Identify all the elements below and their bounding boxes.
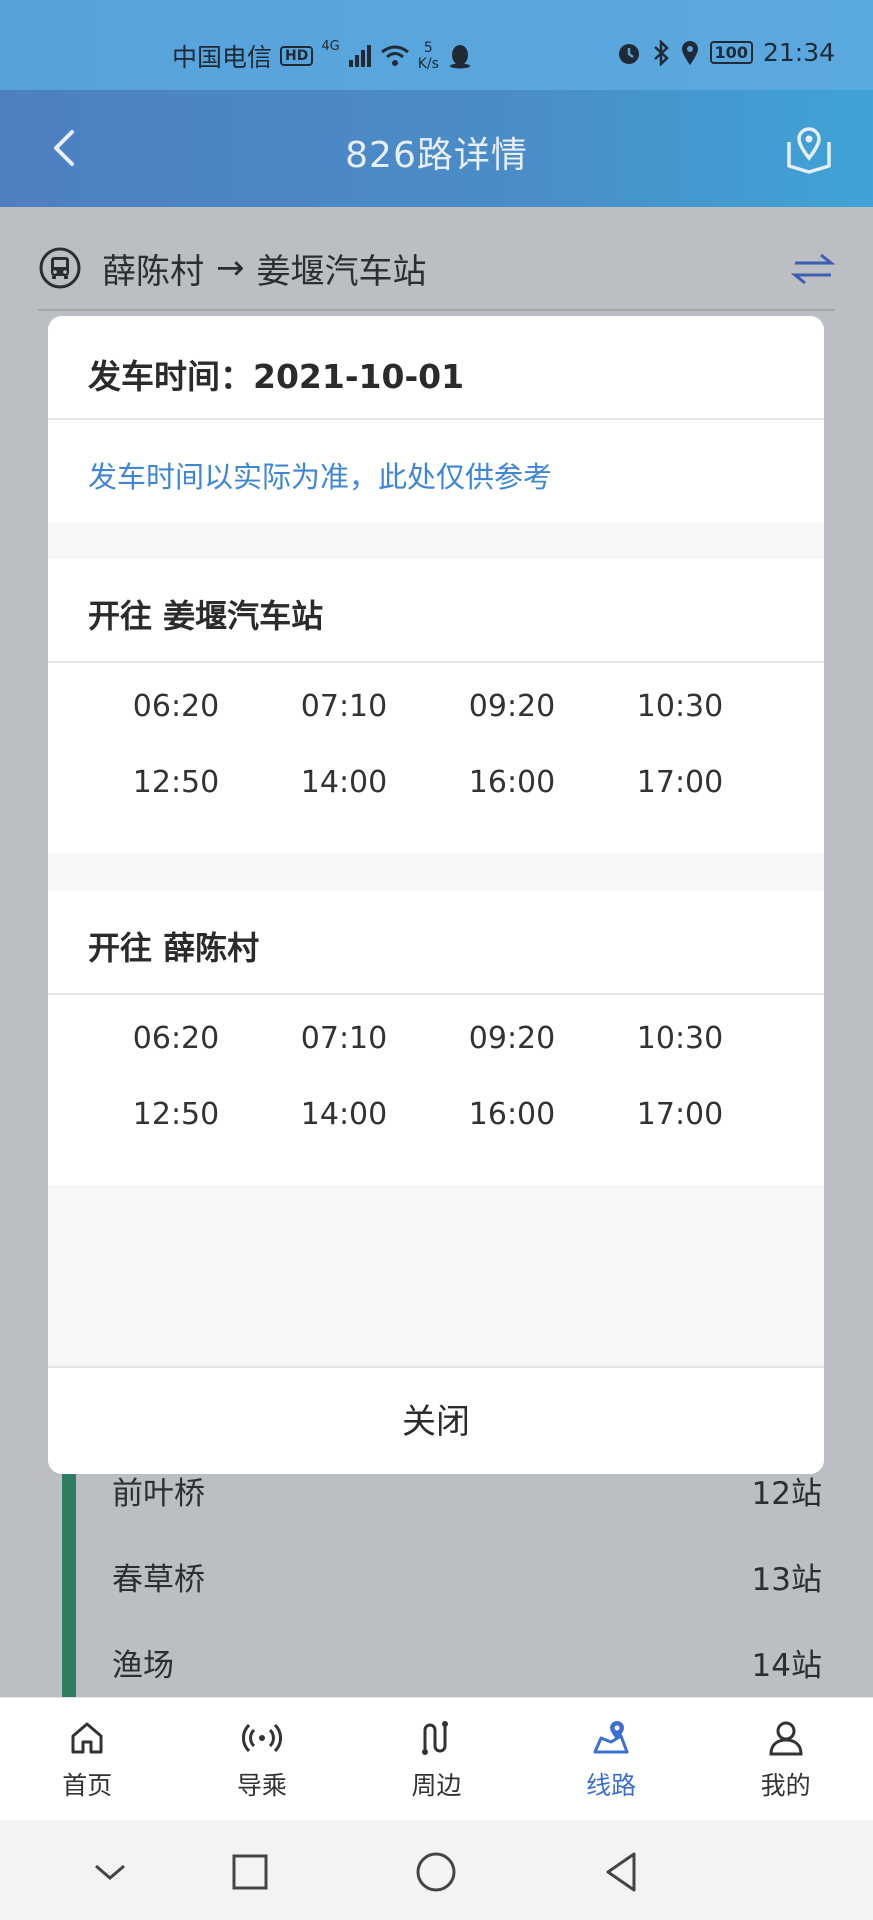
modal-title: 发车时间：2021-10-01 xyxy=(48,316,824,420)
status-bar: 中国电信 HD 4G 5 K/s 100 21:34 xyxy=(0,0,873,90)
departure-time: 07:10 xyxy=(300,1021,388,1056)
top-bar: 中国电信 HD 4G 5 K/s 100 21:34 826路详情 xyxy=(0,0,873,207)
close-button[interactable]: 关闭 xyxy=(48,1366,824,1474)
departure-time: 10:30 xyxy=(636,689,724,724)
signal-icon xyxy=(348,45,371,67)
page-title: 826路详情 xyxy=(345,135,528,176)
departure-time: 12:50 xyxy=(132,1097,220,1132)
route-icon xyxy=(422,1721,449,1755)
status-left: 中国电信 HD 4G 5 K/s xyxy=(172,38,473,74)
broadcast-icon xyxy=(241,1723,282,1753)
map-route-icon xyxy=(593,1721,629,1754)
departure-time: 14:00 xyxy=(300,765,388,800)
app-header: 826路详情 xyxy=(0,90,873,207)
carrier-label: 中国电信 xyxy=(172,43,273,72)
hide-nav-button[interactable] xyxy=(86,1848,134,1896)
chevron-down-icon xyxy=(95,1864,125,1880)
nav-item-lines[interactable]: 线路 xyxy=(524,1698,699,1820)
departure-time: 17:00 xyxy=(636,765,724,800)
wifi-icon xyxy=(380,45,409,66)
nav-label: 首页 xyxy=(62,1771,113,1800)
nav-item-guide[interactable]: 导乘 xyxy=(175,1698,350,1820)
nav-item-nearby[interactable]: 周边 xyxy=(349,1698,524,1820)
nav-item-mine[interactable]: 我的 xyxy=(698,1698,873,1820)
user-icon xyxy=(769,1721,803,1756)
time-grid: 06:20 07:10 09:20 10:30 12:50 14:00 16:0… xyxy=(48,663,824,803)
triangle-back-icon xyxy=(606,1852,636,1892)
direction-title: 开往 薛陈村 xyxy=(48,891,824,995)
departure-time: 09:20 xyxy=(468,1021,556,1056)
home-system-button[interactable] xyxy=(412,1848,460,1896)
departure-time: 09:20 xyxy=(468,689,556,724)
bluetooth-icon xyxy=(653,39,669,66)
departure-time: 17:00 xyxy=(636,1097,724,1132)
map-pin-icon xyxy=(787,127,831,174)
clock: 21:34 xyxy=(762,38,835,67)
departure-time: 06:20 xyxy=(132,689,220,724)
nav-label: 我的 xyxy=(760,1771,811,1800)
network-label: 4G xyxy=(321,38,340,54)
net-speed-value: 5 xyxy=(423,40,433,56)
departure-time: 16:00 xyxy=(468,1097,556,1132)
qq-icon xyxy=(449,45,470,69)
hd-badge: HD xyxy=(280,46,314,66)
net-speed-unit: K/s xyxy=(417,56,439,72)
nav-label: 线路 xyxy=(586,1771,637,1800)
departure-time: 06:20 xyxy=(132,1021,220,1056)
square-icon xyxy=(232,1854,268,1890)
home-icon xyxy=(71,1722,103,1754)
circle-icon xyxy=(416,1852,456,1892)
map-button[interactable] xyxy=(779,118,839,178)
recents-button[interactable] xyxy=(226,1848,274,1896)
modal-note: 发车时间以实际为准，此处仅供参考 xyxy=(48,420,824,523)
direction-title: 开往 姜堰汽车站 xyxy=(48,559,824,663)
status-right: 100 21:34 xyxy=(616,38,835,67)
net-speed: 5 K/s xyxy=(418,40,439,72)
direction-block-2: 开往 薛陈村 06:20 07:10 09:20 10:30 12:50 14:… xyxy=(48,891,824,1185)
system-nav-bar xyxy=(0,1820,873,1920)
time-grid: 06:20 07:10 09:20 10:30 12:50 14:00 16:0… xyxy=(48,995,824,1135)
departure-time: 10:30 xyxy=(636,1021,724,1056)
direction-block-1: 开往 姜堰汽车站 06:20 07:10 09:20 10:30 12:50 1… xyxy=(48,559,824,853)
departure-time-modal: 发车时间：2021-10-01 发车时间以实际为准，此处仅供参考 开往 姜堰汽车… xyxy=(48,316,824,1474)
alarm-icon xyxy=(618,43,639,64)
nav-item-home[interactable]: 首页 xyxy=(0,1698,175,1820)
departure-time: 16:00 xyxy=(468,765,556,800)
location-icon xyxy=(681,40,698,65)
departure-time: 12:50 xyxy=(132,765,220,800)
departure-time: 14:00 xyxy=(300,1097,388,1132)
bottom-nav: 首页 导乘 周边 线路 我的 xyxy=(0,1697,873,1820)
system-back-button[interactable] xyxy=(598,1848,646,1896)
battery-indicator: 100 xyxy=(709,41,753,64)
departure-time: 07:10 xyxy=(300,689,388,724)
nav-label: 导乘 xyxy=(236,1771,287,1800)
nav-label: 周边 xyxy=(411,1771,462,1800)
